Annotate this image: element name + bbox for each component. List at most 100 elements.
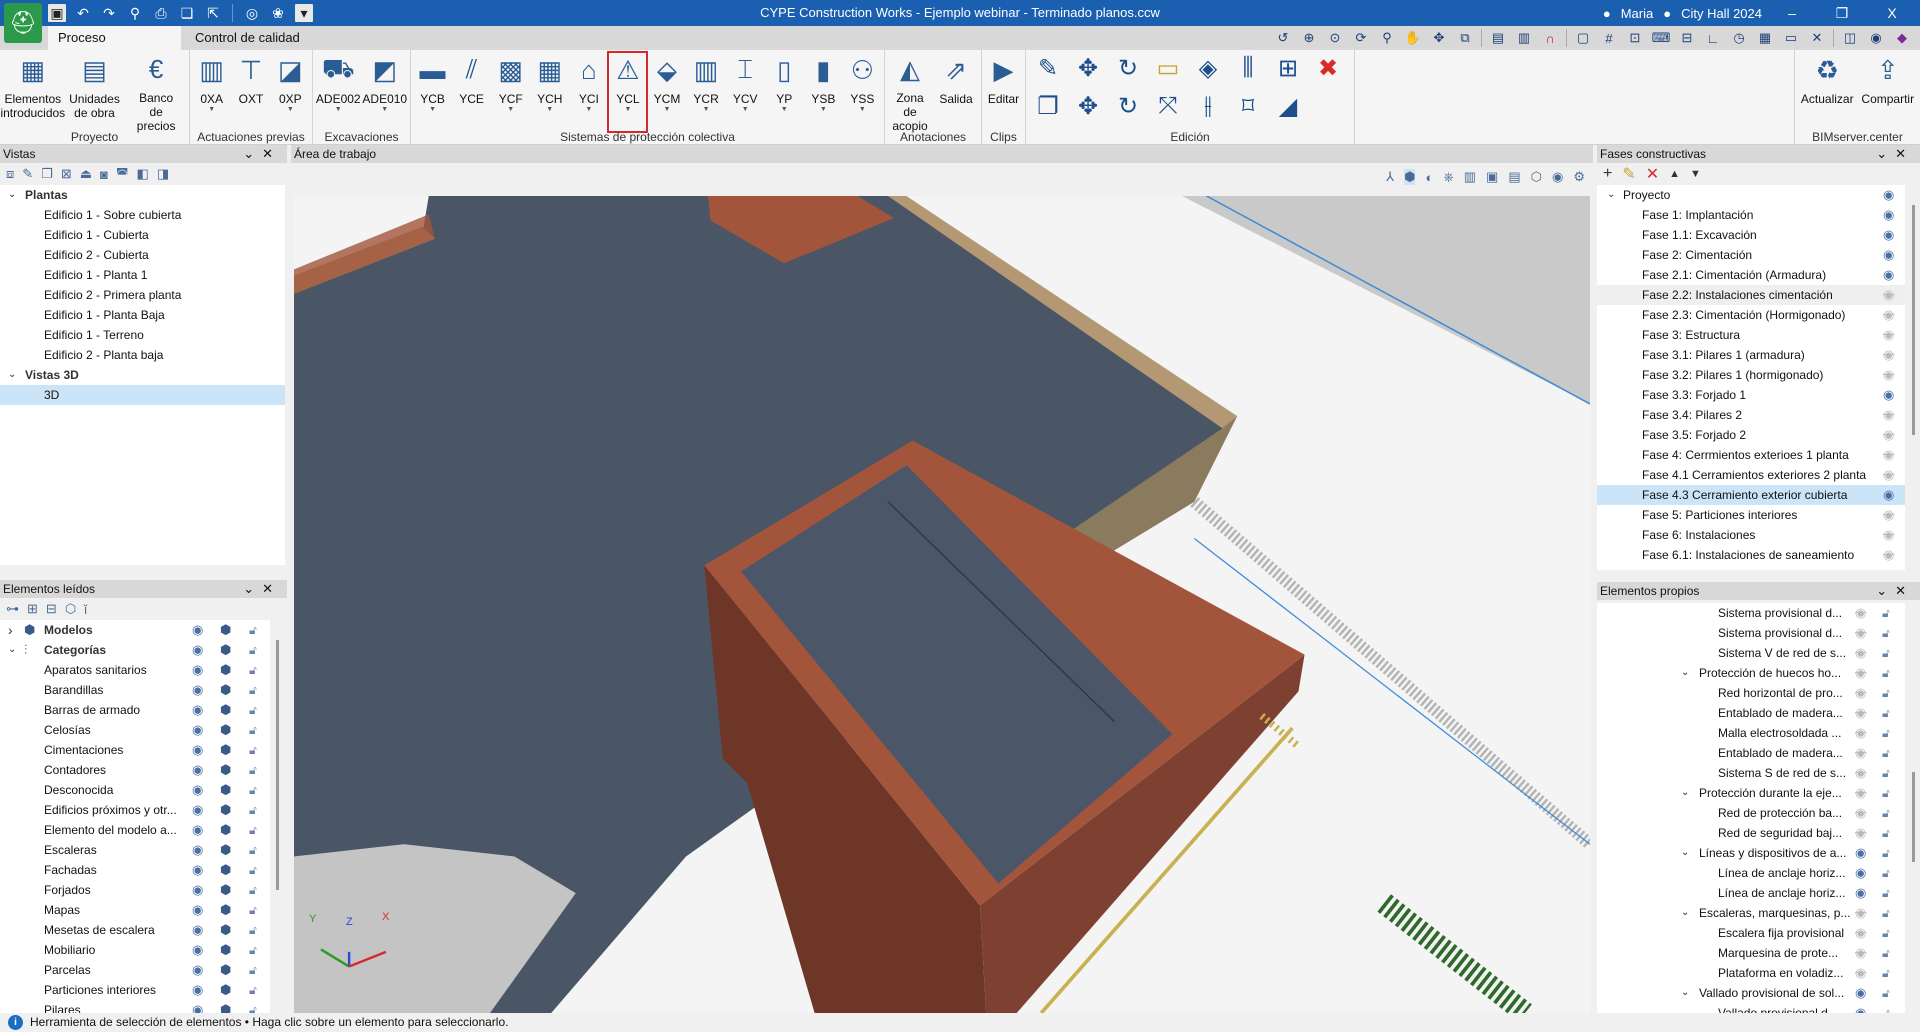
unlock-icon[interactable]: 🔓︎	[1882, 743, 1890, 763]
render-icon[interactable]: ▣	[1486, 169, 1498, 185]
layers-icon[interactable]: ▦	[1755, 28, 1775, 48]
tree-item[interactable]: Edificio 1 - Sobre cubierta	[0, 205, 285, 225]
eye-icon[interactable]: ◉	[192, 1000, 203, 1013]
unlock-icon[interactable]: 🔓︎	[249, 640, 257, 660]
ribbon-button-0xp[interactable]: ◪ 0XP ▼	[271, 52, 310, 129]
eye-hidden-icon[interactable]: ◉	[1855, 603, 1866, 623]
unlock-icon[interactable]: 🔓︎	[1882, 963, 1890, 983]
unlock-icon[interactable]: 🔓︎	[1882, 643, 1890, 663]
align-icon[interactable]: ⫼	[1232, 52, 1264, 84]
move-icon[interactable]: ✥	[1072, 52, 1104, 84]
eye-icon[interactable]: ◉	[1883, 385, 1894, 405]
unlock-icon[interactable]: 🔓︎	[1882, 803, 1890, 823]
eye-hidden-icon[interactable]: ◉	[1883, 345, 1894, 365]
zoom-previous-icon[interactable]: ↺	[1273, 28, 1293, 48]
ribbon-button-salida[interactable]: ⇗ Salida	[936, 52, 976, 129]
eye-hidden-icon[interactable]: ◉	[1855, 763, 1866, 783]
collapse-icon[interactable]: ⌄	[1876, 146, 1895, 161]
tree-item[interactable]: Fase 4.3 Cerramiento exterior cubierta ◉	[1597, 485, 1905, 505]
grid-icon[interactable]: #	[1599, 28, 1619, 48]
eye-hidden-icon[interactable]: ◉	[1855, 723, 1866, 743]
plan-icon[interactable]: ▤	[1508, 169, 1520, 185]
unlock-icon[interactable]: 🔓︎	[249, 980, 257, 1000]
tree-item[interactable]: Fase 6.1: Instalaciones de saneamiento ◉	[1597, 545, 1905, 565]
eye-hidden-icon[interactable]: ◉	[1883, 425, 1894, 445]
eye-icon[interactable]: ◉	[192, 900, 203, 920]
unlock-icon[interactable]: 🔓︎	[1882, 603, 1890, 623]
cube-icon[interactable]: ⬢	[220, 900, 231, 920]
cube-icon[interactable]: ⬢	[220, 800, 231, 820]
tree-item[interactable]: Escaleras ◉ ⬢ 🔓︎	[0, 840, 270, 860]
book-icon[interactable]: ◆	[1892, 28, 1912, 48]
eye-hidden-icon[interactable]: ◉	[1883, 325, 1894, 345]
dropdown-arrow-icon[interactable]: ▼	[381, 106, 388, 114]
eye-icon[interactable]: ◉	[192, 880, 203, 900]
tree-item[interactable]: Fase 4.1 Cerramientos exteriores 2 plant…	[1597, 465, 1905, 485]
measure-icon[interactable]: ▭	[1152, 52, 1184, 84]
unlock-icon[interactable]: 🔓︎	[1882, 623, 1890, 643]
tree-item[interactable]: Particiones interiores ◉ ⬢ 🔓︎	[0, 980, 270, 1000]
cube-icon[interactable]: ⬢	[220, 820, 231, 840]
eye-hidden-icon[interactable]: ◉	[1883, 405, 1894, 425]
collapse-icon[interactable]: ⌄	[1876, 583, 1895, 598]
phases-icon[interactable]: ▥	[1464, 169, 1476, 185]
unlock-icon[interactable]: 🔓︎	[249, 1000, 257, 1013]
dropdown-arrow-icon[interactable]: ▼	[287, 106, 294, 114]
eye-icon[interactable]: ◉	[1883, 225, 1894, 245]
frame-icon[interactable]: ▢	[1573, 28, 1593, 48]
eye-hidden-icon[interactable]: ◉	[1855, 623, 1866, 643]
tree-item[interactable]: ⌄ Escaleras, marquesinas, p... ◉ 🔓︎	[1597, 903, 1905, 923]
delete-icon[interactable]: ✕	[1646, 164, 1659, 184]
close-icon[interactable]: ✕	[1895, 146, 1914, 161]
collapse-chevron-icon[interactable]: ⌄	[8, 185, 16, 205]
tree-item[interactable]: Escalera fija provisional ◉ 🔓︎	[1597, 923, 1905, 943]
tree-export-icon[interactable]: ⊞	[1272, 52, 1304, 84]
eye-hidden-icon[interactable]: ◉	[1883, 445, 1894, 465]
eye-icon[interactable]: ◉	[192, 940, 203, 960]
edit-icon[interactable]: ✎	[1622, 164, 1635, 184]
unlock-icon[interactable]: 🔓︎	[249, 820, 257, 840]
ribbon-button-compartir[interactable]: ⇪ Compartir	[1860, 52, 1916, 129]
flip-icon[interactable]: ◈	[1192, 52, 1224, 84]
ribbon-button-elementos-introducidos[interactable]: ▦ Elementos introducidos	[0, 52, 65, 129]
ribbon-button-ycb[interactable]: ▬ YCB ▼	[413, 52, 452, 129]
app-logo-icon[interactable]: ⛑	[4, 3, 42, 43]
ribbon-button-ycf[interactable]: ▩ YCF ▼	[491, 52, 530, 129]
cube-icon[interactable]: ⬢	[220, 1000, 231, 1013]
eye-hidden-icon[interactable]: ◉	[1855, 643, 1866, 663]
camera-icon[interactable]: ◙	[100, 167, 108, 182]
cube-icon[interactable]: ⬢	[220, 780, 231, 800]
tree-item[interactable]: Malla electrosoldada ... ◉ 🔓︎	[1597, 723, 1905, 743]
cube-icon[interactable]: ⬢	[220, 960, 231, 980]
unlock-icon[interactable]: 🔓︎	[249, 720, 257, 740]
move-up-icon[interactable]: ▲	[1669, 168, 1680, 180]
ribbon-button-banco-de-precios[interactable]: € Banco de precios	[136, 52, 176, 133]
tab-proceso-constructivo[interactable]: Proceso constructivo	[48, 26, 181, 69]
cube-icon[interactable]: ⬢	[220, 660, 231, 680]
collapse-icon[interactable]: ⌄	[243, 146, 262, 161]
tree-item[interactable]: Edificio 1 - Planta Baja	[0, 305, 285, 325]
tree-item[interactable]: Edificio 1 - Planta 1	[0, 265, 285, 285]
comment-icon[interactable]: ▭	[1781, 28, 1801, 48]
unlock-icon[interactable]: 🔓︎	[1882, 843, 1890, 863]
unlock-icon[interactable]: 🔓︎	[249, 700, 257, 720]
dxf-dwg-icon[interactable]: ▤	[1488, 28, 1508, 48]
eye-icon[interactable]: ◉	[1883, 265, 1894, 285]
unlock-icon[interactable]: 🔓︎	[249, 620, 257, 640]
cube-icon[interactable]: ⬢	[220, 860, 231, 880]
expand-chevron-icon[interactable]: ›	[8, 620, 13, 640]
3d-viewport[interactable]	[294, 196, 1590, 1013]
minimize-button[interactable]: –	[1772, 5, 1812, 21]
tree-item[interactable]: Barandillas ◉ ⬢ 🔓︎	[0, 680, 270, 700]
collapse-chevron-icon[interactable]: ⌄	[1607, 185, 1615, 205]
eye-hidden-icon[interactable]: ◉	[1883, 505, 1894, 525]
info-icon[interactable]: ǐ	[84, 602, 87, 617]
ribbon-button-ycm[interactable]: ⬙ YCM ▼	[647, 52, 686, 129]
unlock-icon[interactable]: 🔓︎	[1882, 983, 1890, 1003]
unlock-icon[interactable]: 🔓︎	[249, 760, 257, 780]
eye-icon[interactable]: ◉	[192, 840, 203, 860]
user-name[interactable]: Maria	[1621, 6, 1654, 21]
tree-item[interactable]: 3D	[0, 385, 285, 405]
eye-icon[interactable]: ◉	[192, 800, 203, 820]
cube-icon[interactable]: ⬢	[220, 980, 231, 1000]
